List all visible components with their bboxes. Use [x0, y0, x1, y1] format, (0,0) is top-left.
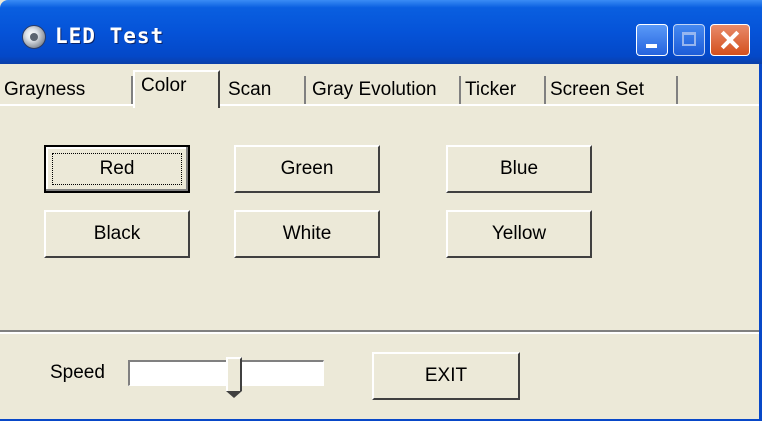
blue-button[interactable]: Blue — [446, 145, 592, 193]
black-button-label: Black — [93, 223, 141, 244]
yellow-button-label: Yellow — [491, 223, 547, 244]
app-icon[interactable] — [22, 25, 46, 49]
tab-grayness[interactable]: Grayness — [0, 76, 133, 106]
white-button-label: White — [282, 223, 332, 244]
tab-scan[interactable]: Scan — [224, 76, 306, 106]
tab-panel-edge — [0, 104, 762, 106]
exit-button[interactable]: EXIT — [372, 352, 520, 400]
tab-strip: Grayness Color Scan Gray Evolution Ticke… — [0, 64, 762, 108]
exit-button-label: EXIT — [424, 365, 468, 386]
black-button[interactable]: Black — [44, 210, 190, 258]
tab-screen-set[interactable]: Screen Set — [546, 76, 678, 106]
green-button-label: Green — [280, 158, 334, 179]
tab-gray-evolution[interactable]: Gray Evolution — [308, 76, 461, 106]
maximize-button[interactable] — [673, 24, 705, 56]
green-button[interactable]: Green — [234, 145, 380, 193]
tab-color[interactable]: Color — [133, 70, 220, 108]
speed-label: Speed — [50, 362, 105, 383]
minimize-button[interactable] — [636, 24, 668, 56]
close-button[interactable] — [710, 24, 750, 56]
yellow-button[interactable]: Yellow — [446, 210, 592, 258]
red-button[interactable]: Red — [44, 145, 190, 193]
speed-slider-thumb[interactable] — [225, 357, 242, 398]
led-test-window: LED Test Grayness Color Scan Gray Evolut… — [0, 0, 762, 421]
tab-ticker[interactable]: Ticker — [461, 76, 546, 106]
section-divider-highlight — [0, 332, 762, 334]
red-button-label: Red — [99, 158, 135, 179]
window-title: LED Test — [55, 24, 165, 48]
title-bar[interactable]: LED Test — [0, 0, 762, 64]
white-button[interactable]: White — [234, 210, 380, 258]
blue-button-label: Blue — [499, 158, 539, 179]
